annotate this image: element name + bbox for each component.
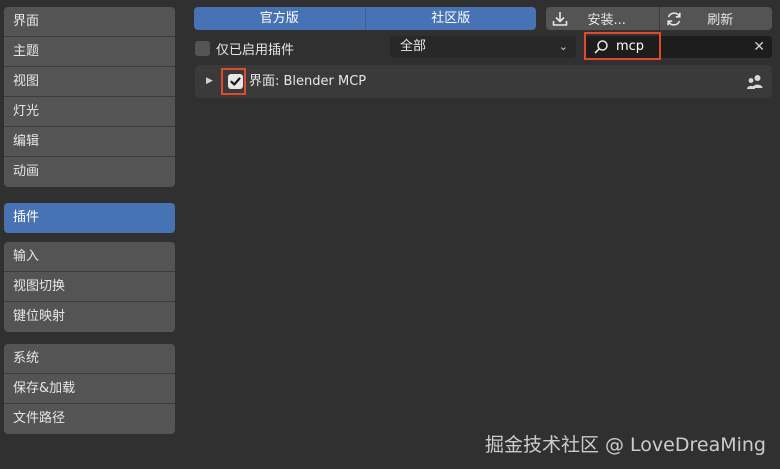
watermark: 掘金技术社区 @ LoveDreaMing <box>484 434 766 456</box>
addon-name: 界面: Blender MCP <box>249 74 367 89</box>
download-icon <box>552 11 568 26</box>
sidebar-group-system: 系统 保存&加载 文件路径 <box>4 344 175 434</box>
expand-arrow-icon[interactable]: ▶ <box>206 65 213 98</box>
install-label: 安装... <box>587 13 626 28</box>
action-buttons: 安装... 刷新 <box>546 7 772 30</box>
search-input[interactable]: mcp ✕ <box>584 36 772 58</box>
category-value: 全部 <box>400 39 427 54</box>
sidebar-item-animation[interactable]: 动画 <box>4 157 175 187</box>
sidebar-item-system[interactable]: 系统 <box>4 344 175 374</box>
sidebar-item-file-paths[interactable]: 文件路径 <box>4 404 175 434</box>
sidebar-group-display: 界面 主题 视图 灯光 编辑 动画 <box>4 7 175 187</box>
enabled-only-toggle[interactable]: 仅已启用插件 <box>195 38 294 58</box>
sidebar-group-addons: 插件 <box>4 203 175 233</box>
refresh-icon <box>666 11 681 26</box>
sidebar-item-themes[interactable]: 主题 <box>4 37 175 67</box>
refresh-label: 刷新 <box>707 13 734 28</box>
repository-tabs: 官方版 社区版 <box>194 7 536 30</box>
search-value: mcp <box>616 39 645 54</box>
check-icon <box>230 77 241 86</box>
sidebar-item-input[interactable]: 输入 <box>4 242 175 272</box>
install-button[interactable]: 安装... <box>546 7 659 30</box>
sidebar-item-interface[interactable]: 界面 <box>4 7 175 37</box>
tab-official[interactable]: 官方版 <box>194 7 365 30</box>
addon-enabled-checkbox[interactable] <box>228 74 243 89</box>
sidebar-item-lights[interactable]: 灯光 <box>4 97 175 127</box>
addon-row[interactable]: ▶ 界面: Blender MCP <box>195 65 772 98</box>
sidebar-item-keymap[interactable]: 键位映射 <box>4 302 175 332</box>
chevron-down-icon: ⌄ <box>558 40 568 53</box>
tab-community[interactable]: 社区版 <box>364 7 536 30</box>
search-icon <box>594 40 608 54</box>
category-dropdown[interactable]: 全部 ⌄ <box>390 36 576 58</box>
sidebar-item-navigation[interactable]: 视图切换 <box>4 272 175 302</box>
sidebar-item-addons[interactable]: 插件 <box>4 203 175 233</box>
enabled-only-label: 仅已启用插件 <box>216 42 295 58</box>
sidebar-item-editing[interactable]: 编辑 <box>4 127 175 157</box>
close-icon[interactable]: ✕ <box>753 36 765 58</box>
refresh-button[interactable]: 刷新 <box>658 7 772 30</box>
community-users-icon <box>747 75 763 89</box>
sidebar-item-save-load[interactable]: 保存&加载 <box>4 374 175 404</box>
sidebar-group-input: 输入 视图切换 键位映射 <box>4 242 175 332</box>
enabled-only-checkbox[interactable] <box>195 40 210 56</box>
sidebar-item-viewport[interactable]: 视图 <box>4 67 175 97</box>
